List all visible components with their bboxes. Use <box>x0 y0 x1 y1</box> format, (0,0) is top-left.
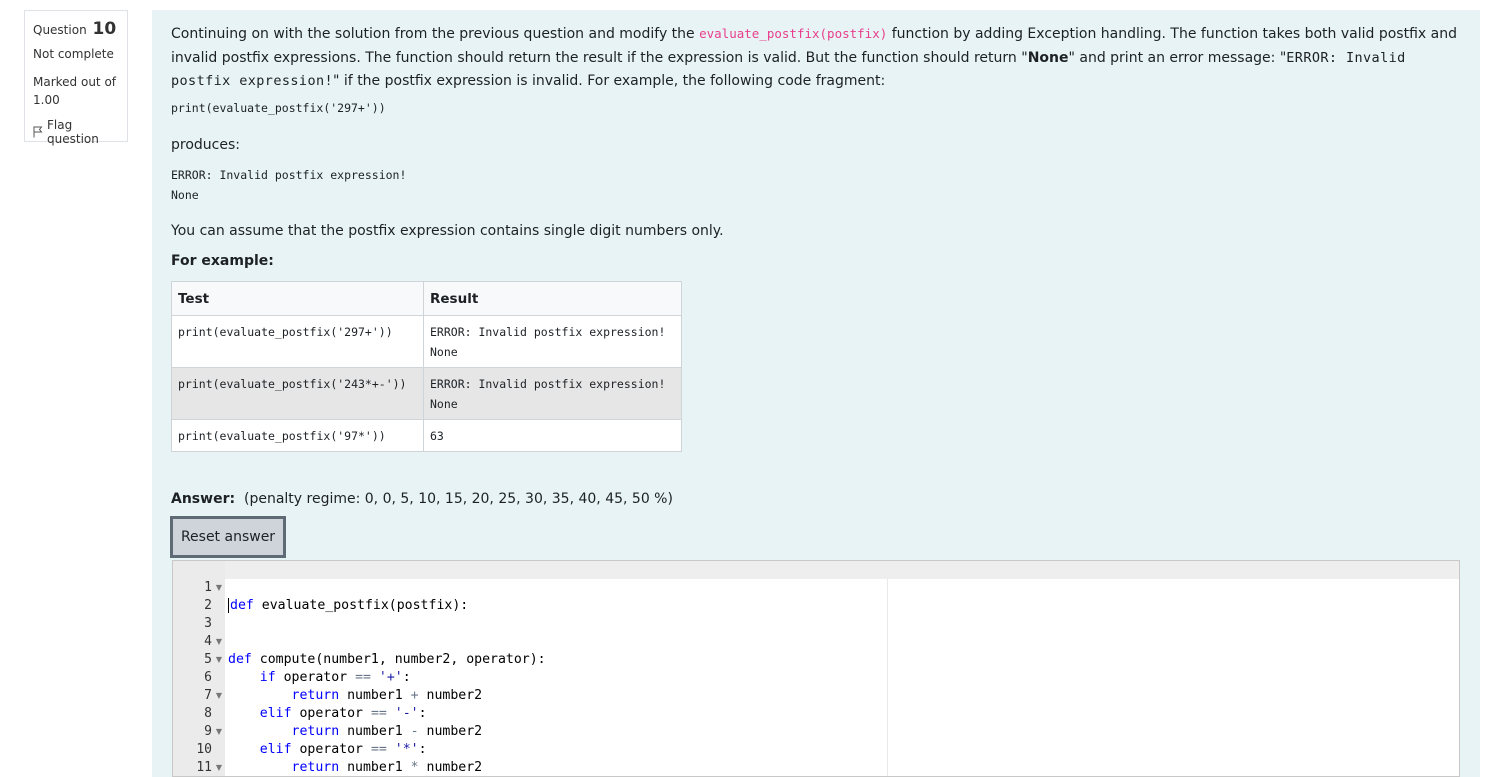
active-line-highlight <box>225 561 1459 579</box>
example-output-line2: None <box>171 188 199 202</box>
result-cell: ERROR: Invalid postfix expression! None <box>423 367 682 420</box>
answer-label: Answer: (penalty regime: 0, 0, 5, 10, 15… <box>171 491 673 507</box>
fold-arrow-icon[interactable]: ▼ <box>214 759 224 776</box>
table-header-result: Result <box>423 281 682 316</box>
flag-question-button[interactable]: Flag question <box>33 118 119 146</box>
print-margin <box>887 561 888 776</box>
code-line[interactable]: 1 ▼ def evaluate_postfix(postfix): <box>173 561 468 613</box>
fold-arrow-icon[interactable]: ▼ <box>214 723 224 741</box>
table-header-test: Test <box>171 281 424 316</box>
table-row: print(evaluate_postfix('297+')) ERROR: I… <box>171 315 682 368</box>
code-line[interactable]: 8 return number1 - number2 <box>173 687 482 739</box>
table-row: print(evaluate_postfix('97*')) 63 <box>171 419 682 452</box>
question-mark: Marked out of 1.00 <box>33 75 117 107</box>
table-row: print(evaluate_postfix('243*+-')) ERROR:… <box>171 367 682 420</box>
test-cell: print(evaluate_postfix('297+')) <box>171 315 424 368</box>
for-example-heading: For example: <box>171 253 274 269</box>
question-number: Question 10 <box>33 19 117 39</box>
code-line[interactable]: 11▼ else: <box>173 741 222 775</box>
example-code-fragment: print(evaluate_postfix('297+')) <box>171 101 386 115</box>
examples-table: Test Result print(evaluate_postfix('297+… <box>171 281 682 452</box>
question-info-box: Question 10 Not complete Marked out of 1… <box>24 10 128 146</box>
code-line[interactable]: 6 return number1 + number2 <box>173 651 482 703</box>
code-line[interactable]: 9 ▼ elif operator == '*': <box>173 705 426 757</box>
produces-label: produces: <box>171 137 240 153</box>
fold-arrow-icon[interactable]: ▼ <box>214 579 224 597</box>
code-line[interactable]: 3 <box>173 597 212 631</box>
code-line[interactable]: 4 ▼ def compute(number1, number2, operato… <box>173 615 545 667</box>
flag-icon <box>33 126 43 138</box>
code-line[interactable]: 2 <box>173 579 212 613</box>
code-line[interactable]: 12 return number1 // number2 <box>173 759 198 776</box>
fold-arrow-icon[interactable]: ▼ <box>214 633 224 651</box>
function-name-code: evaluate_postfix(postfix) <box>699 26 888 41</box>
code-line[interactable]: 10 return number1 * number2 <box>173 723 482 775</box>
fold-arrow-icon[interactable]: ▼ <box>214 651 224 669</box>
fold-arrow-icon[interactable]: ▼ <box>214 687 224 705</box>
code-line[interactable]: 7 ▼ elif operator == '-': <box>173 669 426 721</box>
code-line[interactable]: 5 ▼ if operator == '+': <box>173 633 411 685</box>
question-state: Not complete <box>33 47 114 61</box>
flag-question-label: Flag question <box>47 118 99 146</box>
text-cursor <box>228 597 229 613</box>
result-cell: ERROR: Invalid postfix expression! None <box>423 315 682 368</box>
example-output-line1: ERROR: Invalid postfix expression! <box>171 168 407 182</box>
reset-answer-button[interactable]: Reset answer <box>170 516 286 558</box>
assumption-text: You can assume that the postfix expressi… <box>171 223 724 239</box>
question-text: Continuing on with the solution from the… <box>171 26 1457 89</box>
result-cell: 63 <box>423 419 682 452</box>
test-cell: print(evaluate_postfix('243*+-')) <box>171 367 424 420</box>
code-editor[interactable]: 1 ▼ def evaluate_postfix(postfix): 2 3 4 ▼… <box>172 560 1460 777</box>
test-cell: print(evaluate_postfix('97*')) <box>171 419 424 452</box>
question-content-panel: Continuing on with the solution from the… <box>152 10 1480 777</box>
